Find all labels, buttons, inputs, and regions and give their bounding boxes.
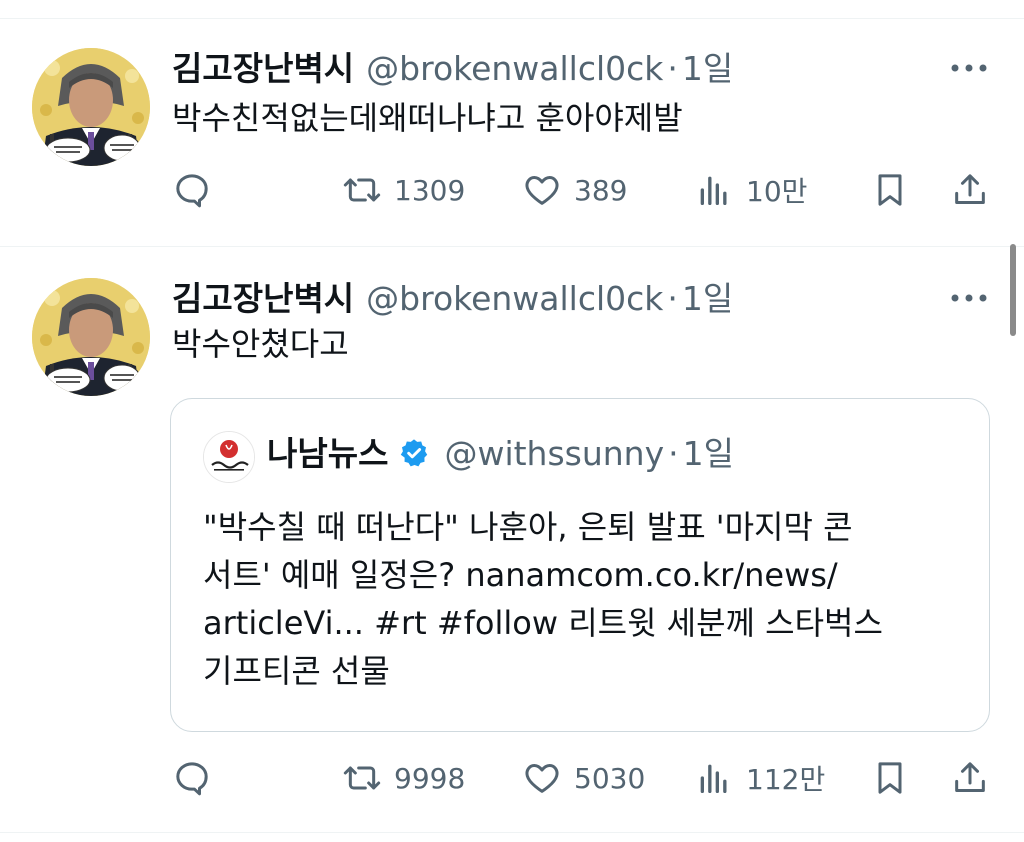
author-name[interactable]: 김고장난벽시 [172,49,354,88]
bookmark-button[interactable] [870,170,910,210]
views-icon [700,764,727,793]
views-count: 112만 [746,763,826,796]
divider-bottom [0,832,1024,833]
tweet-time[interactable]: 1일 [682,49,733,88]
share-icon [955,174,985,204]
quote-text-line[interactable]: articleVi... #rt #follow 리트윗 세분께 스타벅스 [203,599,973,647]
views-button[interactable]: 112만 [694,758,825,798]
tweet-text: 박수안쳤다고 [172,325,349,363]
verified-badge-icon [401,439,428,467]
bookmark-button[interactable] [870,758,910,798]
bookmark-icon [878,174,902,206]
divider-top [0,18,1024,19]
more-icon [951,294,987,302]
like-button[interactable]: 389 [522,170,627,210]
tweet-actions: 1309 389 10만 [172,170,992,210]
retweet-icon [343,766,381,790]
reply-icon [176,762,208,796]
retweet-button[interactable]: 1309 [342,170,465,210]
scrollbar-thumb[interactable] [1010,244,1016,336]
like-button[interactable]: 5030 [522,758,645,798]
like-icon [525,176,559,205]
tweet-header: 김고장난벽시 @brokenwallcl0ck · 1일 [172,282,733,315]
more-button[interactable] [948,58,990,78]
views-count: 10만 [746,175,808,208]
like-icon [525,764,559,793]
reply-icon [176,174,208,208]
retweet-button[interactable]: 9998 [342,758,465,798]
author-name[interactable]: 김고장난벽시 [172,279,354,318]
share-button[interactable] [950,758,990,798]
tweet-time[interactable]: 1일 [682,279,733,318]
tweet-text: 박수친적없는데왜떠나냐고 훈아야제발 [172,99,683,137]
quote-header: 나남뉴스 @withssunny · 1일 [267,437,734,470]
views-icon [700,176,727,205]
share-button[interactable] [950,170,990,210]
reply-button[interactable] [172,758,212,798]
share-icon [955,762,985,792]
separator-dot: · [667,49,678,88]
bookmark-icon [878,762,902,794]
quoted-tweet[interactable]: 나남뉴스 @withssunny · 1일 "박수칠 때 떠난다" 나훈아, 은퇴 발… [170,398,990,732]
quote-text-line: "박수칠 때 떠난다" 나훈아, 은퇴 발표 '마지막 콘 [203,508,853,546]
like-count: 389 [574,173,628,207]
separator-dot: · [667,279,678,318]
quote-text-line[interactable]: 서트' 예매 일정은? nanamcom.co.kr/news/ [203,551,973,599]
author-handle[interactable]: @brokenwallcl0ck [366,49,663,88]
like-count: 5030 [574,761,646,795]
retweet-icon [343,178,381,202]
retweet-count: 1309 [394,173,466,207]
quote-time[interactable]: 1일 [683,434,734,473]
views-button[interactable]: 10만 [694,170,807,210]
quote-text: "박수칠 때 떠난다" 나훈아, 은퇴 발표 '마지막 콘 서트' 예매 일정은… [203,503,973,695]
quote-author-name[interactable]: 나남뉴스 [267,434,388,473]
more-icon [951,64,987,72]
author-handle[interactable]: @brokenwallcl0ck [366,279,663,318]
tweet-header: 김고장난벽시 @brokenwallcl0ck · 1일 [172,52,733,85]
author-avatar[interactable] [32,278,150,396]
retweet-count: 9998 [394,761,466,795]
quote-author-handle[interactable]: @withssunny [444,434,664,473]
reply-button[interactable] [172,170,212,210]
quote-text-line: 기프티콘 선물 [203,652,390,690]
more-button[interactable] [948,288,990,308]
author-avatar[interactable] [32,48,150,166]
separator-dot: · [668,434,679,473]
quote-author-avatar[interactable] [203,431,255,483]
tweet-actions: 9998 5030 112만 [172,758,992,798]
divider-middle [0,246,1024,247]
